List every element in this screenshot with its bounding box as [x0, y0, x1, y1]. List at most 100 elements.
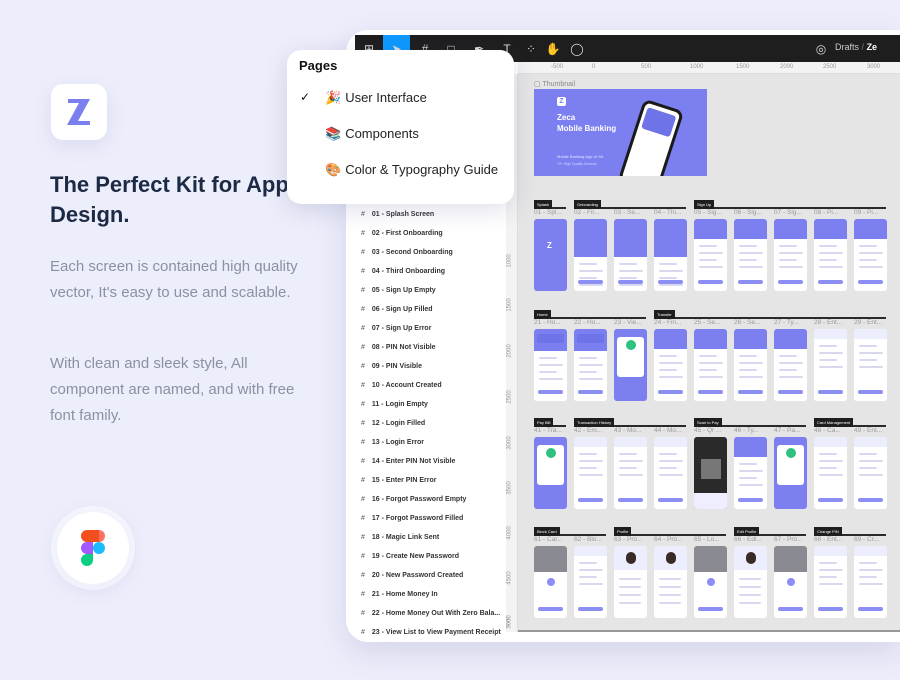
- layer-item[interactable]: #16 - Forgot Password Empty: [361, 496, 466, 503]
- screen-frame[interactable]: [654, 219, 687, 291]
- frame-label[interactable]: 61 - Car...: [534, 536, 563, 543]
- screen-frame[interactable]: [814, 219, 847, 291]
- frame-label[interactable]: 25 - Se...: [694, 319, 720, 326]
- section-tag[interactable]: Pay Bill: [534, 418, 554, 427]
- layer-item[interactable]: #15 - Enter PIN Error: [361, 477, 436, 484]
- layer-item[interactable]: #07 - Sign Up Error: [361, 325, 431, 332]
- page-item[interactable]: ✓ 🎉 User Interface: [287, 84, 514, 112]
- frame-label[interactable]: 45 - Qr ...: [694, 427, 721, 434]
- frame-label[interactable]: 29 - Ent...: [854, 319, 882, 326]
- page-item[interactable]: 📚 Components: [287, 120, 514, 148]
- screen-frame[interactable]: [734, 219, 767, 291]
- screen-frame[interactable]: [534, 329, 567, 401]
- screen-frame[interactable]: [654, 329, 687, 401]
- layer-item[interactable]: #04 - Third Onboarding: [361, 268, 445, 275]
- frame-label[interactable]: 68 - Ent...: [814, 536, 842, 543]
- frame-label[interactable]: 47 - Pa...: [774, 427, 800, 434]
- screen-frame[interactable]: [814, 546, 847, 618]
- screen-frame[interactable]: [734, 546, 767, 618]
- section-tag[interactable]: Transfer: [654, 310, 675, 319]
- frame-label[interactable]: 01 - Spl...: [534, 209, 562, 216]
- file-breadcrumb[interactable]: Drafts / Ze: [835, 42, 877, 52]
- frame-label[interactable]: 69 - Cr...: [854, 536, 879, 543]
- layer-item[interactable]: #05 - Sign Up Empty: [361, 287, 436, 294]
- frame-label[interactable]: 28 - Ent...: [814, 319, 842, 326]
- screen-frame[interactable]: [614, 329, 647, 401]
- screen-frame[interactable]: [654, 437, 687, 509]
- screen-frame[interactable]: [574, 329, 607, 401]
- layer-item[interactable]: #20 - New Password Created: [361, 572, 463, 579]
- layer-item[interactable]: #19 - Create New Password: [361, 553, 459, 560]
- frame-label[interactable]: 48 - Ca...: [814, 427, 841, 434]
- layer-item[interactable]: #13 - Login Error: [361, 439, 424, 446]
- screen-frame[interactable]: [694, 437, 727, 509]
- frame-label[interactable]: 04 - Thi...: [654, 209, 681, 216]
- frame-label[interactable]: 26 - Se...: [734, 319, 760, 326]
- layer-item[interactable]: #09 - PIN Visible: [361, 363, 422, 370]
- screen-frame[interactable]: [654, 546, 687, 618]
- screen-frame[interactable]: [534, 546, 567, 618]
- screen-frame[interactable]: [614, 219, 647, 291]
- screen-frame[interactable]: [574, 437, 607, 509]
- frame-label[interactable]: 27 - Ty...: [774, 319, 799, 326]
- user-avatar-icon[interactable]: ◎: [809, 35, 833, 62]
- layer-item[interactable]: #02 - First Onboarding: [361, 230, 443, 237]
- layer-item[interactable]: #12 - Login Filled: [361, 420, 425, 427]
- section-tag[interactable]: Change PIN: [814, 527, 842, 536]
- frame-label[interactable]: 07 - Sig...: [774, 209, 802, 216]
- screen-frame[interactable]: [854, 546, 887, 618]
- frame-label[interactable]: 46 - Ty...: [734, 427, 759, 434]
- frame-label[interactable]: 43 - Mo...: [614, 427, 641, 434]
- layer-item[interactable]: #18 - Magic Link Sent: [361, 534, 439, 541]
- section-tag[interactable]: Splash: [534, 200, 553, 209]
- frame-label[interactable]: 67 - Pro...: [774, 536, 803, 543]
- frame-label[interactable]: 65 - Lo...: [694, 536, 720, 543]
- section-tag[interactable]: Scan to Pay: [694, 418, 722, 427]
- screen-frame[interactable]: [694, 329, 727, 401]
- layer-item[interactable]: #06 - Sign Up Filled: [361, 306, 433, 313]
- frame-label[interactable]: 03 - Se...: [614, 209, 640, 216]
- screen-frame[interactable]: [734, 329, 767, 401]
- frame-label[interactable]: 05 - Sig...: [694, 209, 722, 216]
- section-tag[interactable]: Home: [534, 310, 551, 319]
- frame-label[interactable]: 49 - Ent...: [854, 427, 882, 434]
- screen-frame[interactable]: [854, 437, 887, 509]
- frame-label[interactable]: 24 - Fin...: [654, 319, 681, 326]
- screen-frame[interactable]: [614, 437, 647, 509]
- layer-item[interactable]: #23 - View List to View Payment Receipt: [361, 629, 501, 636]
- frame-label[interactable]: 23 - Vie...: [614, 319, 642, 326]
- page-item[interactable]: 🎨 Color & Typography Guide: [287, 156, 514, 184]
- layer-item[interactable]: #03 - Second Onboarding: [361, 249, 453, 256]
- screen-frame[interactable]: [574, 219, 607, 291]
- section-tag[interactable]: Card Management: [814, 418, 854, 427]
- layer-item[interactable]: #14 - Enter PIN Not Visible: [361, 458, 455, 465]
- layer-item[interactable]: #10 - Account Created: [361, 382, 442, 389]
- screen-frame[interactable]: Z: [534, 219, 567, 291]
- screen-frame[interactable]: [774, 437, 807, 509]
- screen-frame[interactable]: [854, 219, 887, 291]
- frame-label[interactable]: 22 - Ho...: [574, 319, 601, 326]
- frame-label[interactable]: 02 - Fir...: [574, 209, 600, 216]
- breadcrumb-drafts[interactable]: Drafts: [835, 42, 859, 52]
- layer-item[interactable]: #22 - Home Money Out With Zero Bala...: [361, 610, 500, 617]
- section-tag[interactable]: Profile: [614, 527, 632, 536]
- screen-frame[interactable]: [774, 219, 807, 291]
- section-tag[interactable]: Edit Profile: [734, 527, 760, 536]
- frame-label[interactable]: 08 - Pi...: [814, 209, 838, 216]
- components-icon[interactable]: ⁘: [519, 35, 543, 62]
- section-tag[interactable]: Block Card: [534, 527, 560, 536]
- breadcrumb-file[interactable]: Ze: [867, 42, 878, 52]
- screen-frame[interactable]: [574, 546, 607, 618]
- screen-frame[interactable]: [774, 329, 807, 401]
- layer-item[interactable]: #08 - PIN Not Visible: [361, 344, 436, 351]
- layer-item[interactable]: #21 - Home Money In: [361, 591, 438, 598]
- comment-icon[interactable]: ◯: [565, 35, 589, 62]
- frame-label[interactable]: 62 - Blo...: [574, 536, 602, 543]
- screen-frame[interactable]: [614, 546, 647, 618]
- frame-label[interactable]: 09 - Pi...: [854, 209, 878, 216]
- screen-frame[interactable]: [734, 437, 767, 509]
- frame-label[interactable]: 41 - Tra...: [534, 427, 562, 434]
- hand-tool-icon[interactable]: ✋: [541, 35, 565, 62]
- thumbnail-frame[interactable]: Z Zeca Mobile Banking Mobile Banking App …: [534, 89, 707, 176]
- section-tag[interactable]: Transaction History: [574, 418, 615, 427]
